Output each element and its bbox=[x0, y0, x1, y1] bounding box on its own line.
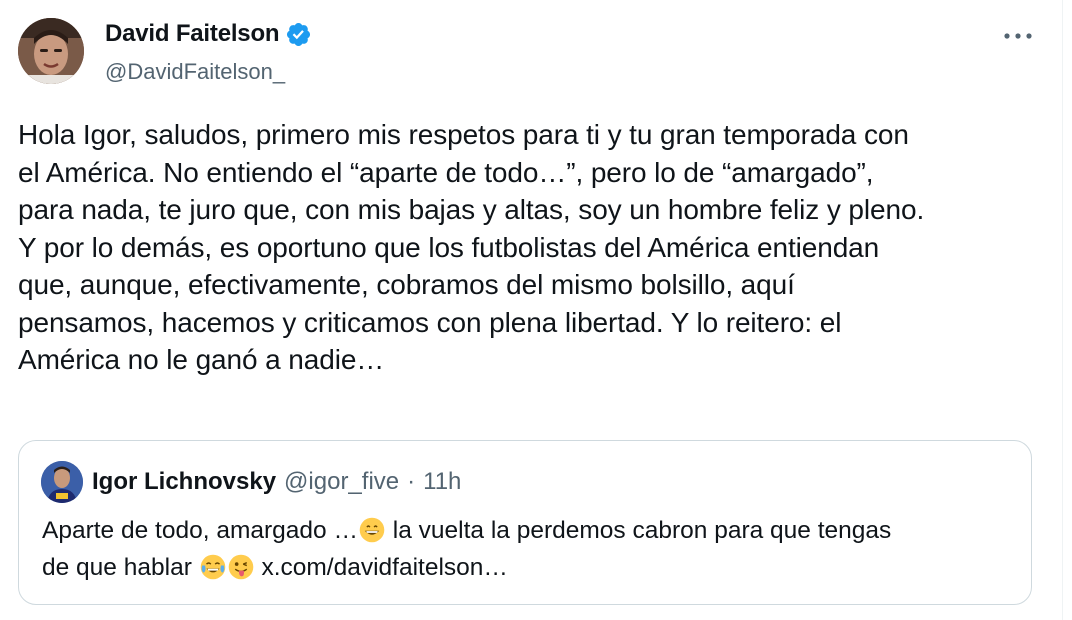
tears-of-joy-emoji-icon bbox=[200, 554, 225, 580]
separator-dot: · bbox=[407, 468, 416, 495]
tweet[interactable]: David Faitelson @DavidFaitelson_ Hola Ig… bbox=[0, 0, 1062, 620]
author-avatar[interactable] bbox=[18, 18, 84, 84]
author-name[interactable]: David Faitelson bbox=[105, 20, 312, 48]
author-avatar-image bbox=[18, 18, 84, 84]
quoted-author-avatar[interactable] bbox=[41, 461, 83, 503]
tweet-text-line: el América. No entiendo el “aparte de to… bbox=[18, 156, 874, 188]
quoted-author-name[interactable]: Igor Lichnovsky bbox=[92, 468, 276, 496]
tweet-text-line: para nada, te juro que, con mis bajas y … bbox=[18, 194, 925, 225]
column-border bbox=[1062, 0, 1063, 620]
grinning-face-emoji-icon bbox=[359, 517, 385, 543]
tweet-text-line: Hola Igor, saludos, primero mis respetos… bbox=[18, 119, 909, 150]
quoted-text-segment: Aparte de todo, amargado … bbox=[42, 517, 358, 544]
more-options-button[interactable] bbox=[996, 24, 1040, 48]
author-name-text: David Faitelson bbox=[105, 20, 280, 47]
quoted-text-line: Aparte de todo, amargado … la vuelta la … bbox=[42, 512, 1022, 549]
quoted-text-line: de que hablar x.com/davidfaitelson… bbox=[42, 549, 1022, 586]
author-handle[interactable]: @DavidFaitelson_ bbox=[105, 59, 285, 85]
quoted-author-avatar-image bbox=[41, 461, 83, 503]
quoted-text-segment: de que hablar bbox=[42, 554, 199, 581]
tweet-text: Hola Igor, saludos, primero mis respetos… bbox=[18, 116, 1048, 379]
quoted-tweet-text: Aparte de todo, amargado … la vuelta la … bbox=[42, 512, 1022, 586]
more-horizontal-icon bbox=[1004, 33, 1032, 39]
quoted-author-handle[interactable]: @igor_five bbox=[284, 468, 399, 496]
tweet-text-line: que, aunque, efectivamente, cobramos del… bbox=[18, 269, 795, 300]
quoted-tweet-card[interactable]: Igor Lichnovsky @igor_five · 11h Aparte … bbox=[18, 440, 1032, 605]
quoted-text-segment: la vuelta la perdemos cabron para que te… bbox=[385, 517, 892, 544]
tweet-text-line: pensamos, hacemos y criticamos con plena… bbox=[18, 306, 842, 338]
verified-badge-icon bbox=[287, 22, 311, 46]
winking-tongue-emoji-icon bbox=[228, 554, 253, 580]
tweet-text-line: América no le ganó a nadie… bbox=[18, 344, 385, 375]
tweet-text-line: Y por lo demás, es oportuno que los futb… bbox=[18, 231, 880, 263]
quoted-text-segment: x.com/davidfaitelson… bbox=[254, 554, 508, 581]
quoted-tweet-time[interactable]: 11h bbox=[423, 468, 461, 496]
quoted-tweet-header: Igor Lichnovsky @igor_five · 11h bbox=[92, 468, 461, 496]
